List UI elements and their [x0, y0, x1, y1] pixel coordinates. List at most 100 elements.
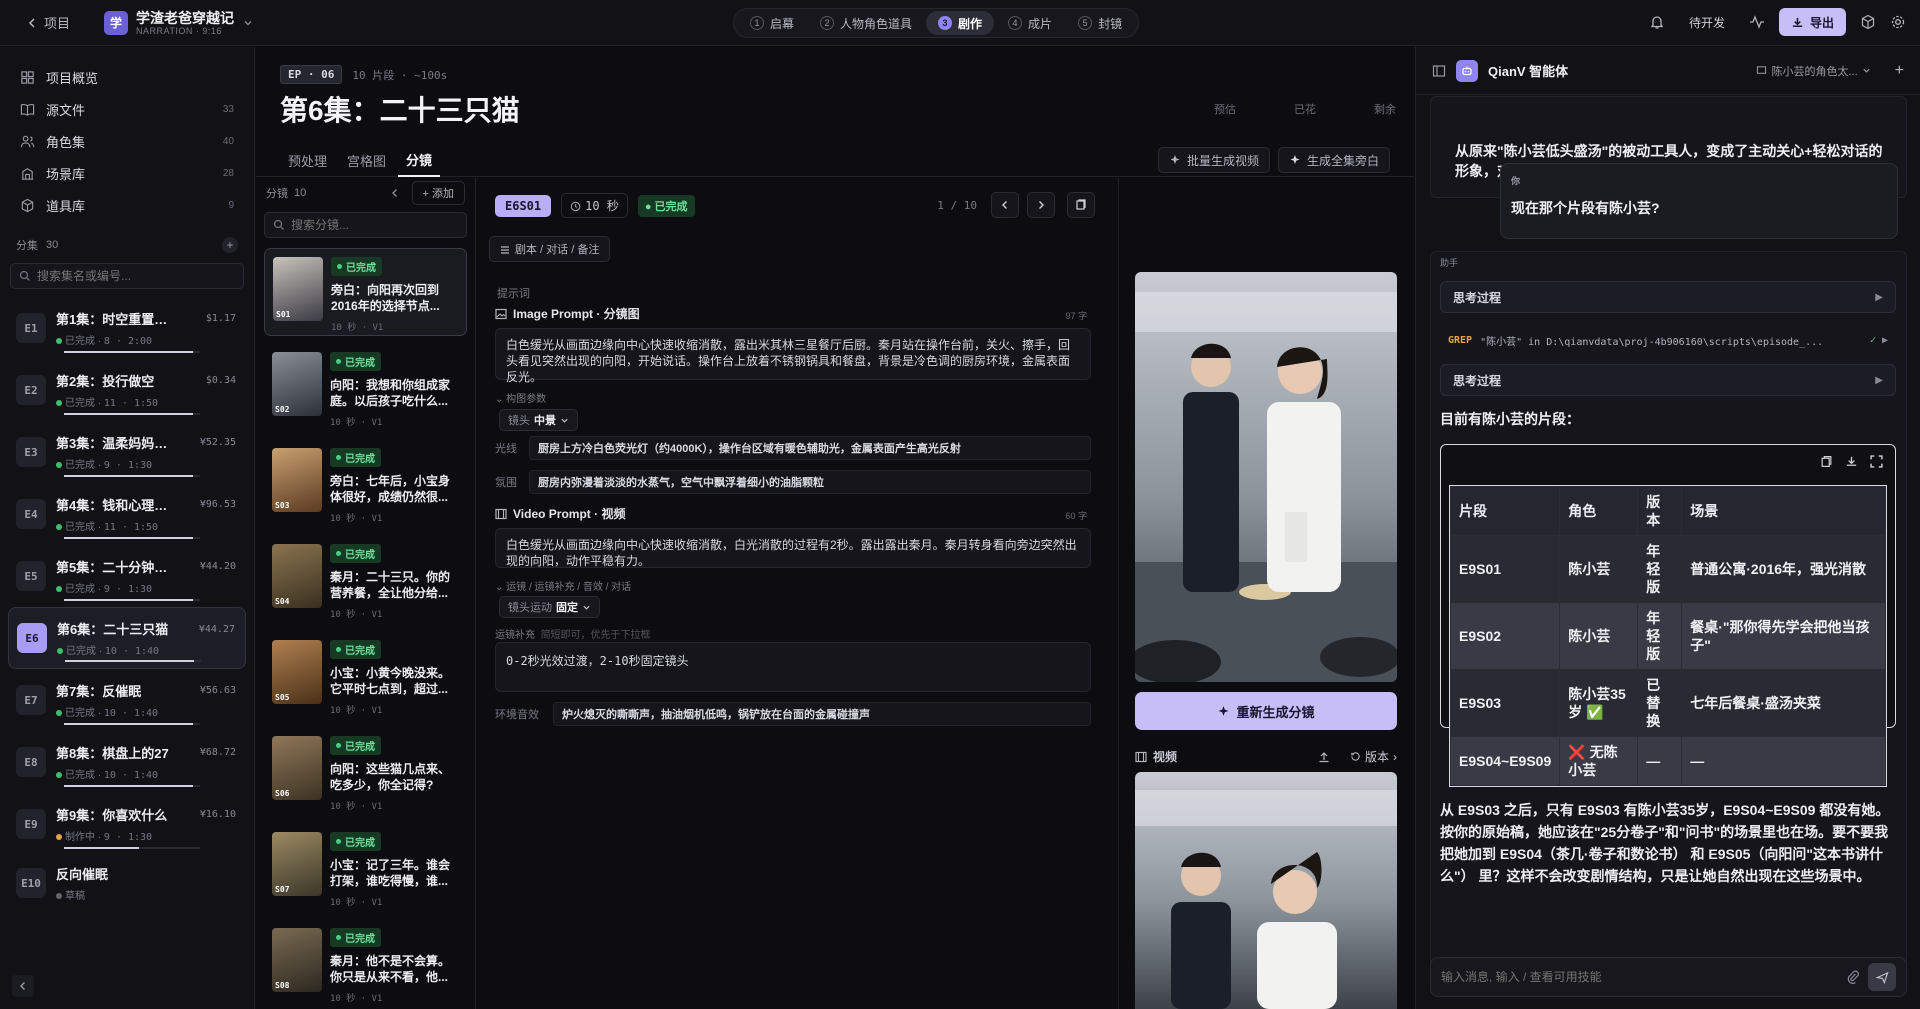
activity-icon[interactable] [1749, 14, 1765, 30]
sidebar-item-props[interactable]: 道具库 9 [0, 189, 254, 221]
context-selector[interactable]: 陈小芸的角色太... [1756, 63, 1870, 79]
preview-panel: 重新生成分镜 视频 版本 › [1118, 178, 1414, 1009]
panel-toggle-icon[interactable] [1432, 64, 1446, 78]
episode-search-input[interactable] [37, 269, 235, 283]
episode-item[interactable]: E1 第1集：时空重置的... 已完成 · 8 · 2:00 $1.17 [8, 297, 246, 359]
episode-meta: 8 · 2:00 [103, 336, 153, 347]
shot-search-input[interactable] [291, 218, 458, 232]
step-wrap[interactable]: 5 封镜 [1066, 11, 1134, 35]
episode-item[interactable]: E2 第2集：投行做空 已完成 · 11 · 1:50 $0.34 [8, 359, 246, 421]
step-opening[interactable]: 1 启幕 [738, 11, 806, 35]
sidebar-item-source-files[interactable]: 源文件 33 [0, 93, 254, 125]
shot-item[interactable]: S02 已完成 向阳：我想和你组成家庭。以后孩子吃什么... 10 秒 · V1 [264, 344, 467, 432]
new-chat-button[interactable]: + [1895, 62, 1904, 80]
back-to-projects-button[interactable]: 项目 [26, 13, 70, 32]
pending-button[interactable]: 待开发 [1679, 9, 1735, 35]
send-button[interactable] [1868, 963, 1896, 991]
grep-result[interactable]: GREP "陈小芸" in D:\qianvdata\proj-4b906160… [1440, 329, 1896, 351]
episode-status-label: 已完成 [65, 522, 95, 533]
episode-item[interactable]: E7 第7集：反催眠 已完成 · 10 · 1:40 ¥56.63 [8, 669, 246, 731]
tab-storyboard[interactable]: 分镜 [398, 143, 441, 177]
thinking-toggle-2[interactable]: 思考过程 ▶ [1440, 364, 1896, 396]
sidebar-item-count: 9 [228, 199, 234, 211]
chevron-left-icon [1000, 200, 1010, 210]
shot-thumb-id: S01 [276, 310, 291, 319]
episode-item[interactable]: E8 第8集：棋盘上的27 已完成 · 10 · 1:40 ¥68.72 [8, 731, 246, 793]
generate-narration-button[interactable]: 生成全集旁白 [1277, 147, 1390, 173]
lens-select[interactable]: 镜头 中景 [499, 409, 578, 431]
step-script[interactable]: 3 剧作 [926, 11, 995, 35]
episode-item[interactable]: E6 第6集：二十三只猫 已完成 · 10 · 1:40 ¥44.27 [8, 607, 246, 669]
chat-input[interactable] [1441, 970, 1846, 984]
thinking-toggle[interactable]: 思考过程 ▶ [1440, 281, 1896, 313]
add-shot-button[interactable]: + 添加 [411, 181, 465, 205]
batch-video-button[interactable]: 批量生成视频 [1157, 147, 1270, 173]
compose-params-label: 构图参数 [506, 394, 547, 405]
episode-item[interactable]: E5 第5集：二十分钟的... 已完成 · 9 · 1:30 ¥44.20 [8, 545, 246, 607]
video-prompt-textarea[interactable]: 白色缓光从画面边缘向中心快速收缩消散，白光消散的过程有2秒。露出露出秦月。秦月转… [495, 528, 1091, 568]
shot-id-badge: E6S01 [495, 194, 552, 217]
download-icon[interactable] [1845, 455, 1858, 468]
video-preview[interactable] [1135, 772, 1397, 1009]
episode-item[interactable]: E4 第4集：钱和心理都... 已完成 · 11 · 1:50 ¥96.53 [8, 483, 246, 545]
sfx-input[interactable]: 炉火熄灭的嘶嘶声，抽油烟机低鸣，锅铲放在台面的金属碰撞声 [553, 702, 1091, 726]
compose-params-toggle[interactable]: ⌄ 构图参数 [495, 390, 546, 405]
upload-icon[interactable] [1318, 751, 1330, 763]
regenerate-storyboard-button[interactable]: 重新生成分镜 [1135, 692, 1397, 730]
shot-item[interactable]: S03 已完成 旁白：七年后，小宝身体很好，成绩仍然很... 10 秒 · V1 [264, 440, 467, 528]
shot-item[interactable]: S05 已完成 小宝：小黄今晚没来。它平时七点到，超过... 10 秒 · V1 [264, 632, 467, 720]
shot-item[interactable]: S04 已完成 秦月：二十三只。你的营养餐，全让他分给... 10 秒 · V1 [264, 536, 467, 624]
export-button[interactable]: 导出 [1778, 8, 1846, 36]
bell-icon[interactable] [1649, 14, 1665, 30]
paperclip-icon[interactable] [1846, 970, 1860, 984]
shot-item[interactable]: S06 已完成 向阳：这些猫几点来、吃多少，你全记得? 10 秒 · V1 [264, 728, 467, 816]
image-prompt-textarea[interactable]: 白色缓光从画面边缘向中心快速收缩消散，露出米其林三星餐厅后厨。秦月站在操作台前，… [495, 328, 1091, 384]
copy-shot-button[interactable] [1067, 192, 1095, 218]
table-cell: 七年后餐桌·盛汤夹菜 [1681, 669, 1886, 737]
shot-meta: 10 秒 · V1 [330, 610, 383, 620]
step-characters[interactable]: 2 人物角色道具 [808, 11, 924, 35]
collapse-sidebar-button[interactable] [12, 975, 34, 997]
status-badge: 已完成 [330, 640, 381, 659]
chevron-right-icon [1036, 200, 1046, 210]
shot-item[interactable]: S08 已完成 秦月：他不是不会算。你只是从来不看，他... 10 秒 · V1 [264, 920, 467, 1008]
cube-icon[interactable] [1860, 14, 1876, 30]
sidebar-item-characters[interactable]: 角色集 40 [0, 125, 254, 157]
tab-grid[interactable]: 宫格图 [339, 143, 394, 177]
storyboard-image[interactable] [1135, 272, 1397, 682]
gear-icon[interactable] [1890, 14, 1906, 30]
chevron-left-icon[interactable] [390, 188, 400, 198]
episode-item[interactable]: E10 反向催眠 草稿 [8, 855, 246, 911]
mood-input[interactable]: 厨房内弥漫着淡淡的水蒸气，空气中飘浮着细小的油脂颗粒 [529, 470, 1091, 494]
motion-supplement-input[interactable]: 0-2秒光效过渡，2-10秒固定镜头 [495, 642, 1091, 692]
duration-button[interactable]: 10 秒 [561, 193, 628, 218]
episode-item[interactable]: E3 第3集：温柔妈妈看... 已完成 · 9 · 1:30 ¥52.35 [8, 421, 246, 483]
episode-badge: E3 [16, 437, 46, 467]
script-dialogue-notes-button[interactable]: 剧本 / 对话 / 备注 [489, 236, 611, 262]
motion-section-toggle[interactable]: ⌄ 运镜 / 运镜补充 / 音效 / 对话 [495, 578, 631, 593]
version-button[interactable]: 版本 › [1350, 748, 1397, 765]
result-table-card: 片段 角色 版本 场景 E9S01 陈小芸 年轻版 普通公寓·2016年，强光消散 E9S02… [1440, 444, 1896, 787]
status-dot [336, 359, 341, 364]
shot-item[interactable]: S07 已完成 小宝：记了三年。谁会打架，谁吃得慢，谁... 10 秒 · V1 [264, 824, 467, 912]
shot-meta: 10 秒 · V1 [331, 323, 384, 333]
copy-icon[interactable] [1820, 455, 1833, 468]
step-final-cut[interactable]: 4 成片 [996, 11, 1064, 35]
add-episode-button[interactable]: + [222, 237, 238, 253]
project-selector[interactable]: 学 学渣老爸穿越记 NARRATION · 9:16 [104, 10, 254, 36]
episode-status-label: 已完成 [65, 398, 95, 409]
expand-icon[interactable] [1870, 455, 1883, 468]
next-shot-button[interactable] [1027, 192, 1055, 218]
prev-shot-button[interactable] [991, 192, 1019, 218]
shot-item[interactable]: S01 已完成 旁白：向阳再次回到2016年的选择节点... 10 秒 · V1 [264, 248, 467, 336]
sidebar-item-overview[interactable]: 项目概览 [0, 61, 254, 93]
cost-stats: 预估 已花 剩余 [1214, 101, 1396, 117]
episode-item[interactable]: E9 第9集：你喜欢什么 制作中 · 9 · 1:30 ¥16.10 [8, 793, 246, 855]
episode-tag: EP · 06 [280, 65, 343, 84]
table-tools [1820, 455, 1883, 468]
light-input[interactable]: 厨房上方冷白色荧光灯（约4000K），操作台区域有暖色辅助光，金属表面产生高光反… [529, 436, 1091, 460]
camera-motion-select[interactable]: 镜头运动 固定 [499, 596, 600, 618]
sidebar-item-scenes[interactable]: 场景库 28 [0, 157, 254, 189]
sparkle-icon [1289, 154, 1301, 166]
tab-preprocess[interactable]: 预处理 [280, 143, 335, 177]
